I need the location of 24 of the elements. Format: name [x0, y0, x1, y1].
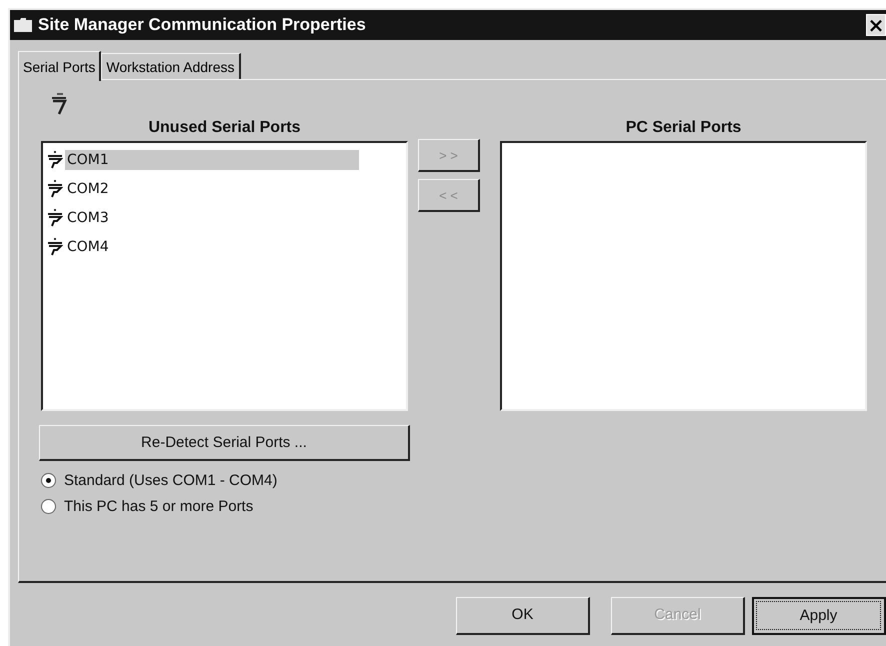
list-item[interactable]: COM3	[65, 208, 359, 228]
redetect-button[interactable]: Re-Detect Serial Ports ...	[39, 425, 410, 461]
radio-button[interactable]	[41, 499, 56, 514]
list-item[interactable]: COM1	[65, 150, 359, 170]
list-heading: Unused Serial Ports	[147, 118, 302, 138]
tab[interactable]: Workstation Address	[101, 53, 240, 79]
list-heading: PC Serial Ports	[624, 118, 742, 138]
folder-icon	[14, 18, 32, 32]
serial-port-icon	[51, 92, 67, 116]
radio-label: Standard (Uses COM1 - COM4)	[64, 472, 278, 489]
tab[interactable]: Serial Ports	[18, 51, 102, 81]
close-button[interactable]: ×	[866, 14, 886, 36]
serial-port-icon	[47, 208, 63, 226]
serial-port-icon	[47, 238, 63, 256]
unused-ports-list[interactable]: COM1 COM2 COM3 COM4	[41, 141, 408, 411]
serial-port-icon	[47, 180, 63, 198]
serial-port-icon	[47, 150, 63, 168]
list-item[interactable]: COM2	[65, 178, 359, 198]
radio-label: This PC has 5 or more Ports	[64, 498, 254, 515]
dialog-button[interactable]: Apply	[752, 597, 886, 635]
list-item[interactable]: COM4	[65, 236, 359, 256]
radio-button[interactable]	[41, 473, 56, 488]
window-title: Site Manager Communication Properties	[38, 15, 367, 35]
dialog-button[interactable]: OK	[456, 597, 590, 635]
